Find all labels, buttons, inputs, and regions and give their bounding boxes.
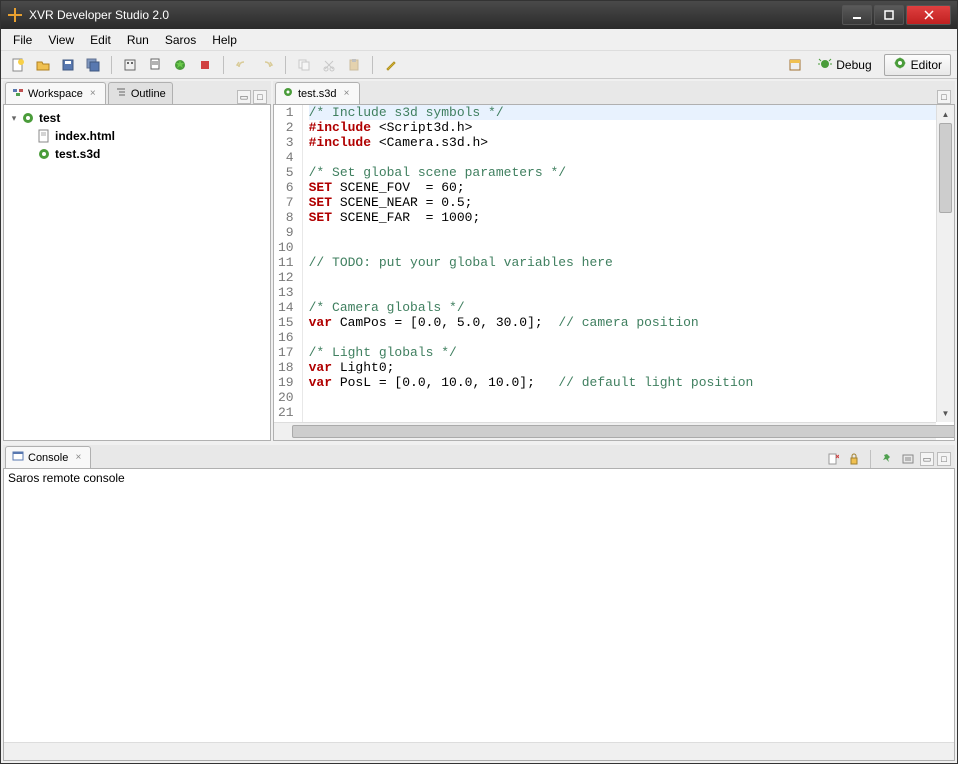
build-button[interactable] bbox=[119, 54, 141, 76]
toolbar-separator bbox=[223, 56, 224, 74]
run-button[interactable] bbox=[169, 54, 191, 76]
tree-file-row[interactable]: index.html bbox=[8, 127, 266, 145]
console-status-line: Saros remote console bbox=[8, 471, 950, 485]
tab-editor-file[interactable]: test.s3d × bbox=[275, 82, 360, 104]
editor-pane: test.s3d × □ 123456789101112131415161718… bbox=[273, 81, 955, 441]
editor-body: 123456789101112131415161718192021 /* Inc… bbox=[273, 105, 955, 441]
scroll-thumb[interactable] bbox=[292, 425, 955, 438]
left-pane: Workspace × Outline ▭ □ ▾ bbox=[3, 81, 271, 441]
editor-label: Editor bbox=[911, 58, 942, 72]
code-area[interactable]: /* Include s3d symbols */#include <Scrip… bbox=[303, 105, 954, 440]
lock-scroll-button[interactable] bbox=[845, 450, 863, 468]
minimize-button[interactable] bbox=[842, 5, 872, 25]
menu-saros[interactable]: Saros bbox=[157, 31, 204, 49]
menu-run[interactable]: Run bbox=[119, 31, 157, 49]
stop-button[interactable] bbox=[194, 54, 216, 76]
collapse-icon[interactable]: ▾ bbox=[8, 113, 20, 124]
toolbar-separator bbox=[285, 56, 286, 74]
gear-icon bbox=[36, 146, 52, 162]
workspace-tree-body: ▾ test index.html test.s3d bbox=[3, 105, 271, 441]
copy-button[interactable] bbox=[293, 54, 315, 76]
toolbar-separator bbox=[372, 56, 373, 74]
bug-icon bbox=[818, 56, 832, 73]
code-editor[interactable]: 123456789101112131415161718192021 /* Inc… bbox=[274, 105, 954, 440]
save-all-button[interactable] bbox=[82, 54, 104, 76]
pin-console-button[interactable] bbox=[878, 450, 896, 468]
file-icon bbox=[36, 128, 52, 144]
tab-console[interactable]: Console × bbox=[5, 446, 91, 468]
minimize-pane-button[interactable]: ▭ bbox=[237, 90, 251, 104]
scroll-down-button[interactable]: ▼ bbox=[937, 404, 954, 422]
horizontal-scrollbar[interactable] bbox=[4, 742, 954, 760]
editor-tabs: test.s3d × □ bbox=[273, 81, 955, 105]
paste-button[interactable] bbox=[343, 54, 365, 76]
perspective-picker-button[interactable] bbox=[784, 54, 806, 76]
cut-button[interactable] bbox=[318, 54, 340, 76]
gear-icon bbox=[282, 86, 294, 101]
maximize-pane-button[interactable]: □ bbox=[253, 90, 267, 104]
app-icon bbox=[7, 7, 23, 23]
titlebar[interactable]: XVR Developer Studio 2.0 bbox=[1, 1, 957, 29]
debug-perspective-button[interactable]: Debug bbox=[809, 54, 880, 76]
vertical-scrollbar[interactable]: ▲ ▼ bbox=[936, 105, 954, 422]
menu-edit[interactable]: Edit bbox=[82, 31, 119, 49]
close-button[interactable] bbox=[906, 5, 951, 25]
redo-button[interactable] bbox=[256, 54, 278, 76]
open-button[interactable] bbox=[32, 54, 54, 76]
save-button[interactable] bbox=[57, 54, 79, 76]
scroll-up-button[interactable]: ▲ bbox=[937, 105, 954, 123]
console-body[interactable]: Saros remote console bbox=[3, 469, 955, 761]
close-icon[interactable]: × bbox=[87, 88, 99, 100]
maximize-pane-button[interactable]: □ bbox=[937, 90, 951, 104]
workspace-icon bbox=[12, 86, 24, 101]
editor-tab-label: test.s3d bbox=[298, 88, 337, 100]
window-controls bbox=[840, 5, 951, 25]
build-all-button[interactable] bbox=[144, 54, 166, 76]
tab-workspace[interactable]: Workspace × bbox=[5, 82, 106, 104]
display-options-button[interactable] bbox=[899, 450, 917, 468]
toolbar: Debug Editor bbox=[1, 51, 957, 79]
scroll-thumb[interactable] bbox=[939, 123, 952, 213]
menu-view[interactable]: View bbox=[40, 31, 82, 49]
app-window: XVR Developer Studio 2.0 File View Edit … bbox=[0, 0, 958, 764]
menubar: File View Edit Run Saros Help bbox=[1, 29, 957, 51]
maximize-button[interactable] bbox=[874, 5, 904, 25]
tab-outline[interactable]: Outline bbox=[108, 82, 173, 104]
line-number-gutter: 123456789101112131415161718192021 bbox=[274, 105, 303, 440]
horizontal-scrollbar[interactable] bbox=[274, 422, 936, 440]
console-pane: Console × ▭ □ Saros remote console bbox=[3, 445, 955, 761]
workspace-tab-label: Workspace bbox=[28, 88, 83, 100]
console-icon bbox=[12, 450, 24, 465]
toolbar-separator bbox=[870, 450, 871, 468]
outline-icon bbox=[115, 86, 127, 101]
debug-label: Debug bbox=[836, 58, 871, 72]
new-file-button[interactable] bbox=[7, 54, 29, 76]
highlight-button[interactable] bbox=[380, 54, 402, 76]
outline-tab-label: Outline bbox=[131, 88, 166, 100]
tree-project-row[interactable]: ▾ test bbox=[8, 109, 266, 127]
editor-perspective-button[interactable]: Editor bbox=[884, 54, 951, 76]
toolbar-separator bbox=[111, 56, 112, 74]
main-area: Workspace × Outline ▭ □ ▾ bbox=[1, 79, 957, 763]
file-label: test.s3d bbox=[55, 147, 100, 161]
close-icon[interactable]: × bbox=[341, 88, 353, 100]
gear-icon bbox=[893, 56, 907, 73]
gear-icon bbox=[20, 110, 36, 126]
maximize-pane-button[interactable]: □ bbox=[937, 452, 951, 466]
file-label: index.html bbox=[55, 129, 115, 143]
undo-button[interactable] bbox=[231, 54, 253, 76]
project-tree: ▾ test index.html test.s3d bbox=[4, 105, 270, 167]
left-tabs: Workspace × Outline ▭ □ bbox=[3, 81, 271, 105]
close-icon[interactable]: × bbox=[72, 452, 84, 464]
tree-file-row[interactable]: test.s3d bbox=[8, 145, 266, 163]
window-title: XVR Developer Studio 2.0 bbox=[29, 8, 840, 22]
project-label: test bbox=[39, 111, 60, 125]
menu-file[interactable]: File bbox=[5, 31, 40, 49]
minimize-pane-button[interactable]: ▭ bbox=[920, 452, 934, 466]
console-tabs: Console × ▭ □ bbox=[3, 445, 955, 469]
menu-help[interactable]: Help bbox=[204, 31, 245, 49]
clear-console-button[interactable] bbox=[824, 450, 842, 468]
console-tab-label: Console bbox=[28, 452, 68, 464]
